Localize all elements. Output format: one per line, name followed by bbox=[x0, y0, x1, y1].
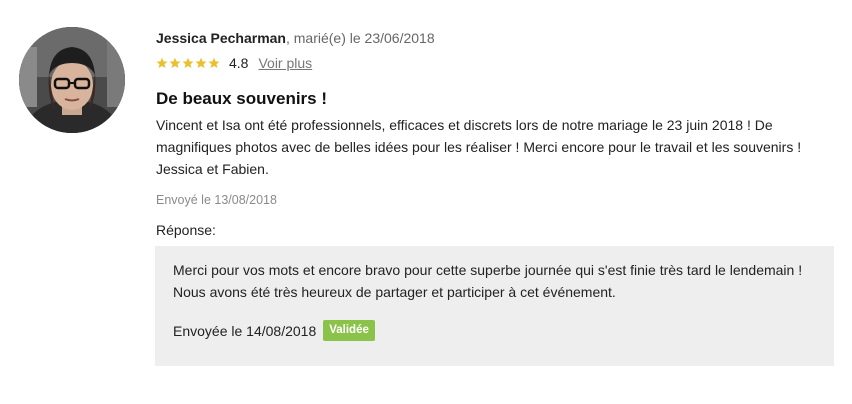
validated-badge: Validée bbox=[323, 320, 375, 341]
avatar bbox=[19, 27, 125, 133]
response-label: Réponse: bbox=[156, 222, 216, 238]
author-name: Jessica Pecharman bbox=[156, 30, 286, 46]
rating-stars bbox=[156, 57, 220, 69]
review-card: Jessica Pecharman, marié(e) le 23/06/201… bbox=[0, 0, 852, 404]
star-icon bbox=[156, 57, 168, 69]
star-icon bbox=[195, 57, 207, 69]
response-text: Merci pour vos mots et encore bravo pour… bbox=[173, 262, 803, 300]
review-title: De beaux souvenirs ! bbox=[156, 89, 328, 108]
star-icon bbox=[208, 57, 220, 69]
response-box: Merci pour vos mots et encore bravo pour… bbox=[155, 246, 834, 366]
star-icon bbox=[169, 57, 181, 69]
review-sent-date: Envoyé le 13/08/2018 bbox=[156, 193, 277, 207]
review-body: Vincent et Isa ont été professionnels, e… bbox=[156, 117, 802, 177]
response-footer: Envoyée le 14/08/2018 Validée bbox=[173, 320, 375, 341]
star-icon bbox=[182, 57, 194, 69]
review-content: Jessica Pecharman, marié(e) le 23/06/201… bbox=[156, 27, 836, 240]
see-more-link[interactable]: Voir plus bbox=[258, 55, 312, 71]
married-date: , marié(e) le 23/06/2018 bbox=[285, 30, 435, 46]
response-sent-date: Envoyée le 14/08/2018 bbox=[173, 322, 317, 339]
rating-line: 4.8 Voir plus bbox=[156, 52, 836, 74]
author-line: Jessica Pecharman, marié(e) le 23/06/201… bbox=[156, 27, 836, 49]
rating-value: 4.8 bbox=[229, 55, 249, 71]
